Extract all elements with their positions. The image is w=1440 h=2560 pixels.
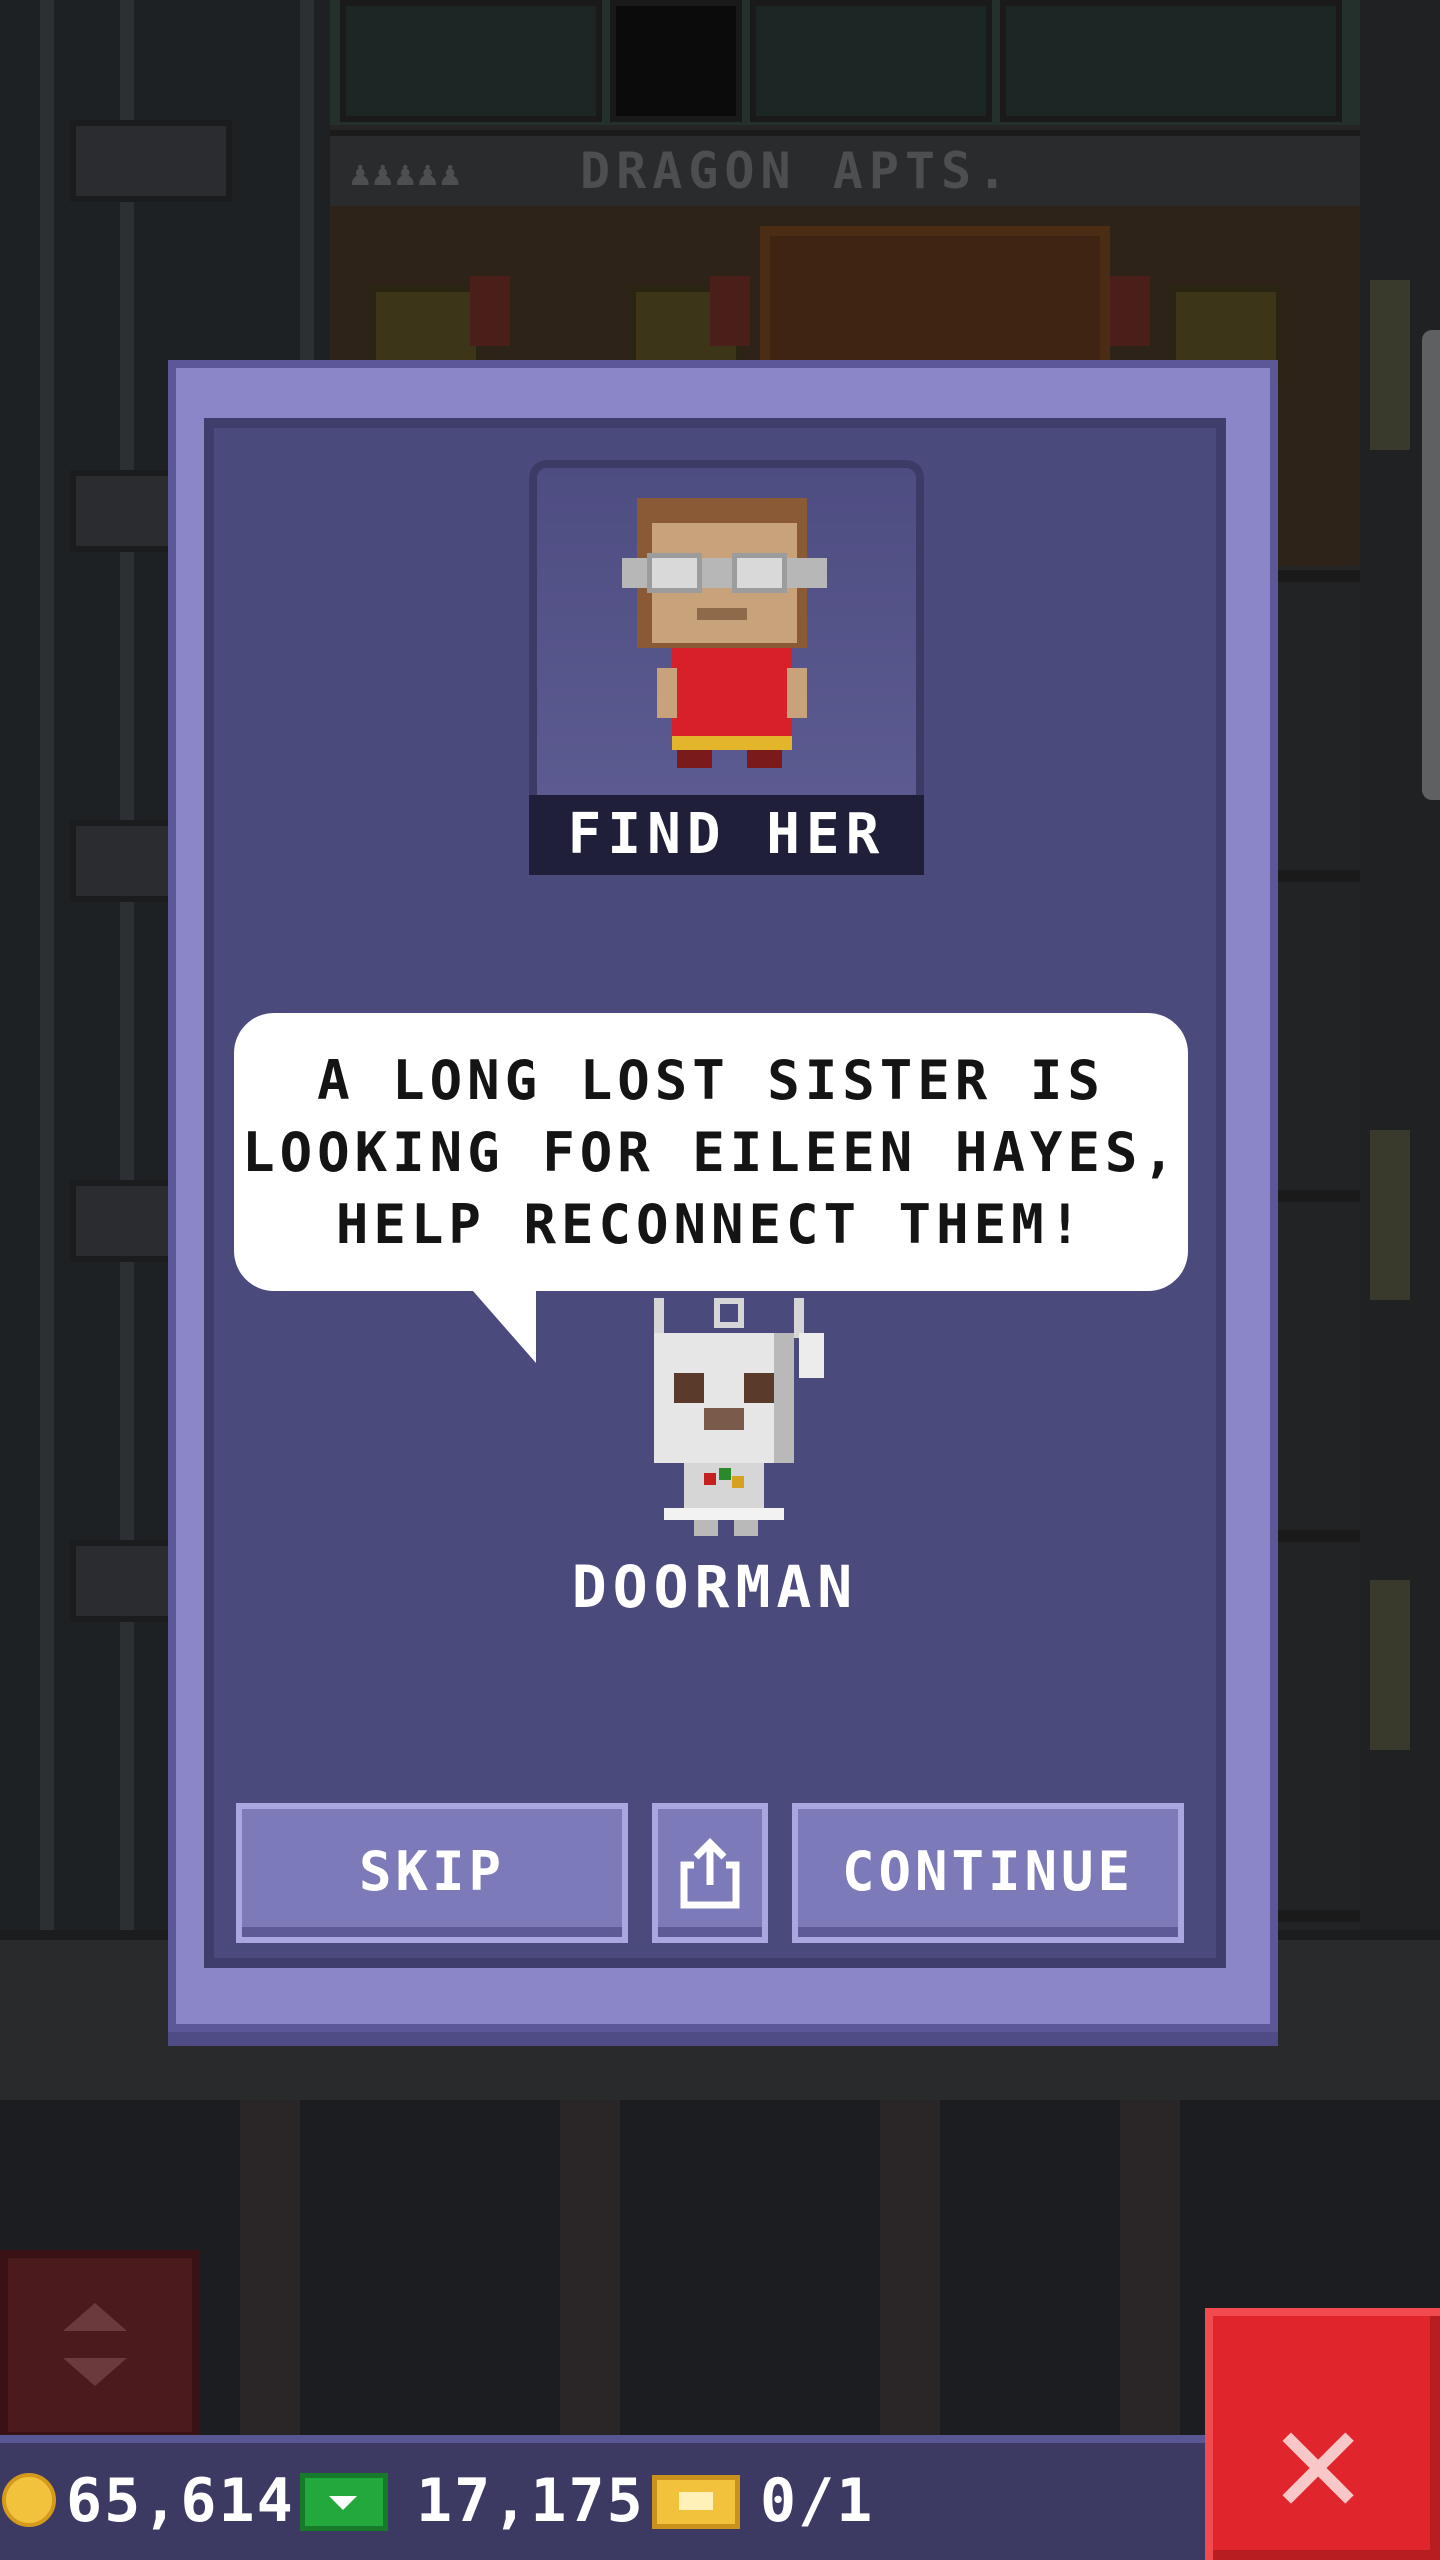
continue-button[interactable]: CONTINUE <box>792 1803 1184 1943</box>
scroll-indicator[interactable] <box>1422 330 1440 800</box>
skip-button[interactable]: SKIP <box>236 1803 628 1943</box>
share-button[interactable] <box>652 1803 768 1943</box>
ticket-count: 0/1 <box>760 2466 875 2536</box>
floor-sign: ♟♟♟♟♟ DRAGON APTS. <box>330 130 1360 212</box>
close-button[interactable]: ✕ <box>1205 2308 1440 2560</box>
share-icon <box>680 1838 740 1909</box>
speech-bubble: A LONG LOST SISTER IS LOOKING FOR EILEEN… <box>234 1013 1188 1363</box>
arrow-down-icon <box>63 2358 127 2386</box>
residents-icon: ♟♟♟♟♟ <box>350 154 463 194</box>
mission-portrait: FIND HER <box>529 460 924 875</box>
floor-name: DRAGON APTS. <box>580 142 1014 200</box>
speech-bubble-tail <box>466 1283 536 1363</box>
golden-ticket-icon <box>652 2475 740 2529</box>
coin-count: 65,614 <box>66 2466 295 2536</box>
close-icon: ✕ <box>1273 2374 1364 2548</box>
bux-count: 17,175 <box>416 2466 645 2536</box>
dialog-message: A LONG LOST SISTER IS LOOKING FOR EILEEN… <box>242 1049 1180 1256</box>
bux-icon <box>300 2473 388 2531</box>
status-bar: 65,614 17,175 0/1 <box>0 2435 1205 2560</box>
arrow-up-icon <box>63 2303 127 2331</box>
portrait-caption: FIND HER <box>529 795 924 875</box>
dialog-panel: FIND HER A LONG LOST SISTER IS LOOKING F… <box>204 418 1226 1968</box>
speaker-name: DOORMAN <box>571 1553 859 1621</box>
elevator-button[interactable] <box>0 2250 200 2440</box>
mission-dialog: FIND HER A LONG LOST SISTER IS LOOKING F… <box>168 360 1278 2032</box>
coin-icon <box>2 2473 56 2527</box>
